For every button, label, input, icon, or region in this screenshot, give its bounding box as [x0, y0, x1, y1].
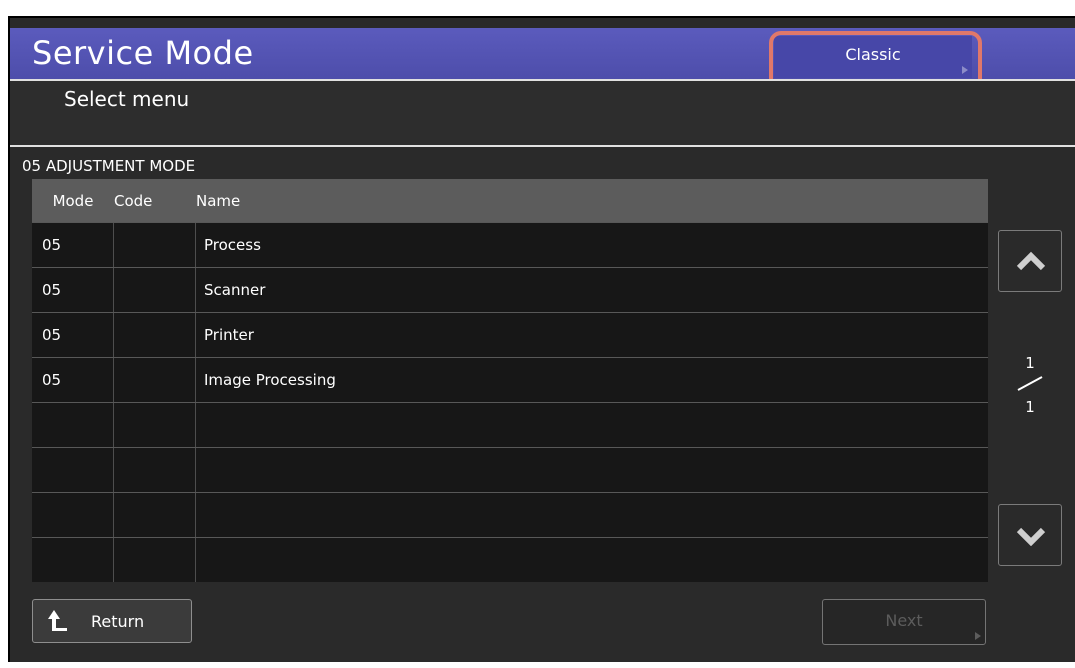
column-header-name: Name: [196, 191, 241, 210]
table-row-empty: [32, 537, 988, 582]
return-button[interactable]: Return: [32, 599, 192, 643]
name-cell: [196, 493, 988, 537]
name-cell: [196, 403, 988, 447]
table-row[interactable]: 05 Printer: [32, 312, 988, 357]
scroll-up-button[interactable]: [998, 230, 1062, 292]
code-cell: [114, 223, 196, 267]
current-page: 1: [1025, 354, 1035, 372]
classic-button-label: Classic: [845, 45, 901, 64]
mode-cell: [32, 403, 114, 447]
chevron-up-icon: [1016, 251, 1046, 271]
code-cell: [114, 313, 196, 357]
code-cell: [114, 268, 196, 312]
table-row[interactable]: 05 Scanner: [32, 267, 988, 312]
total-pages: 1: [1025, 398, 1035, 416]
mode-cell: 05: [32, 268, 114, 312]
table-row-empty: [32, 492, 988, 537]
page-title: Service Mode: [32, 34, 254, 72]
code-cell: [114, 493, 196, 537]
code-cell: [114, 448, 196, 492]
corner-triangle-icon: [962, 66, 968, 74]
subheader-title: Select menu: [64, 87, 190, 111]
chevron-down-icon: [1016, 527, 1046, 546]
next-button-label: Next: [885, 611, 923, 630]
name-cell: Image Processing: [204, 371, 336, 389]
table-row[interactable]: 05 Process: [32, 222, 988, 267]
column-header-mode: Mode: [52, 191, 94, 210]
return-button-label: Return: [91, 611, 145, 631]
section-title: 05 ADJUSTMENT MODE: [22, 157, 196, 175]
name-cell: Printer: [204, 326, 254, 344]
table-row[interactable]: 05 Image Processing: [32, 357, 988, 402]
mode-cell: [32, 538, 114, 582]
page-slash-icon: [1017, 376, 1043, 391]
mode-cell: [32, 493, 114, 537]
code-cell: [114, 538, 196, 582]
service-mode-screen: Service Mode Classic Select menu 05 ADJU…: [8, 16, 1075, 662]
code-cell: [114, 403, 196, 447]
menu-table: Mode Code Name 05 Process 05 Scanner 05 …: [32, 179, 988, 582]
return-arrow-icon: [48, 610, 67, 631]
name-cell: Process: [204, 236, 261, 254]
table-header: Mode Code Name: [32, 179, 988, 222]
classic-button[interactable]: Classic: [774, 36, 972, 78]
scroll-down-button[interactable]: [998, 504, 1062, 566]
subheader: Select menu: [10, 79, 1075, 147]
table-row-empty: [32, 447, 988, 492]
next-button[interactable]: Next: [822, 599, 986, 645]
table-row-empty: [32, 402, 988, 447]
name-cell: [196, 538, 988, 582]
name-cell: [196, 448, 988, 492]
mode-cell: [32, 448, 114, 492]
page-indicator: 1 1: [1015, 354, 1045, 416]
mode-cell: 05: [32, 358, 114, 402]
mode-cell: 05: [32, 223, 114, 267]
column-header-code: Code: [114, 191, 153, 210]
corner-triangle-icon: [975, 632, 981, 640]
mode-cell: 05: [32, 313, 114, 357]
name-cell: Scanner: [204, 281, 266, 299]
code-cell: [114, 358, 196, 402]
